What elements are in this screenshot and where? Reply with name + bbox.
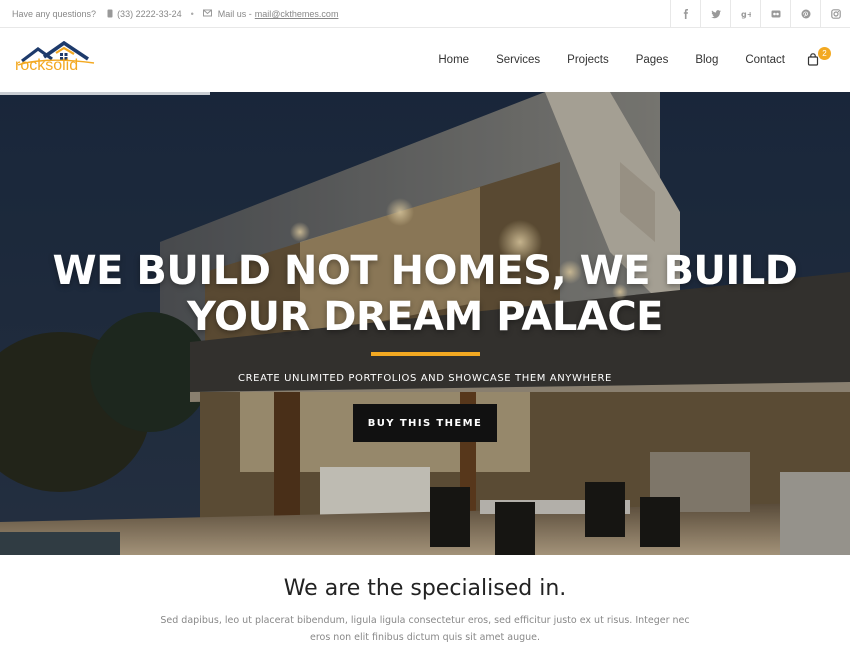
instagram-icon[interactable] (820, 0, 850, 28)
slider-progress-bar (0, 92, 210, 95)
hero-accent-divider (371, 352, 480, 356)
hero-title-line-2: YOUR DREAM PALACE (187, 294, 664, 340)
top-bar: Have any questions? (33) 2222-33-24 • Ma… (0, 0, 850, 28)
flickr-icon[interactable] (760, 0, 790, 28)
logo-text: rocksolid (15, 57, 79, 74)
cart-count-badge: 2 (818, 47, 831, 60)
mail-link[interactable]: mail@ckthemes.com (255, 9, 339, 19)
nav-projects[interactable]: Projects (567, 54, 609, 66)
section-heading: We are the specialised in. (283, 576, 567, 601)
google-plus-icon[interactable]: g+ (730, 0, 760, 28)
nav-home[interactable]: Home (438, 54, 469, 66)
twitter-icon[interactable] (700, 0, 730, 28)
site-header: rocksolid Home Services Projects Pages B… (0, 28, 850, 92)
svg-text:g+: g+ (741, 10, 751, 19)
questions-label: Have any questions? (12, 9, 97, 19)
nav-contact[interactable]: Contact (745, 54, 785, 66)
hero-subtitle: CREATE UNLIMITED PORTFOLIOS AND SHOWCASE… (238, 373, 612, 384)
mail-label: Mail us - (217, 9, 252, 19)
phone-number: (33) 2222-33-24 (117, 9, 182, 19)
buy-theme-button[interactable]: BUY THIS THEME (353, 404, 497, 442)
hero-banner: WE BUILD NOT HOMES, WE BUILD YOUR DREAM … (0, 92, 850, 555)
section-description: Sed dapibus, leo ut placerat bibendum, l… (160, 615, 690, 643)
pinterest-icon[interactable] (790, 0, 820, 28)
hero-title-line-1: WE BUILD NOT HOMES, WE BUILD (52, 248, 798, 294)
nav-services[interactable]: Services (496, 54, 540, 66)
facebook-icon[interactable] (670, 0, 700, 28)
nav-blog[interactable]: Blog (695, 54, 718, 66)
mail-icon (202, 9, 215, 19)
contact-info: Have any questions? (33) 2222-33-24 • Ma… (12, 0, 338, 28)
main-navigation: Home Services Projects Pages Blog Contac… (411, 28, 785, 92)
nav-pages[interactable]: Pages (636, 54, 669, 66)
social-links: g+ (670, 0, 850, 28)
phone-icon (106, 9, 117, 20)
separator-bullet: • (190, 9, 194, 19)
